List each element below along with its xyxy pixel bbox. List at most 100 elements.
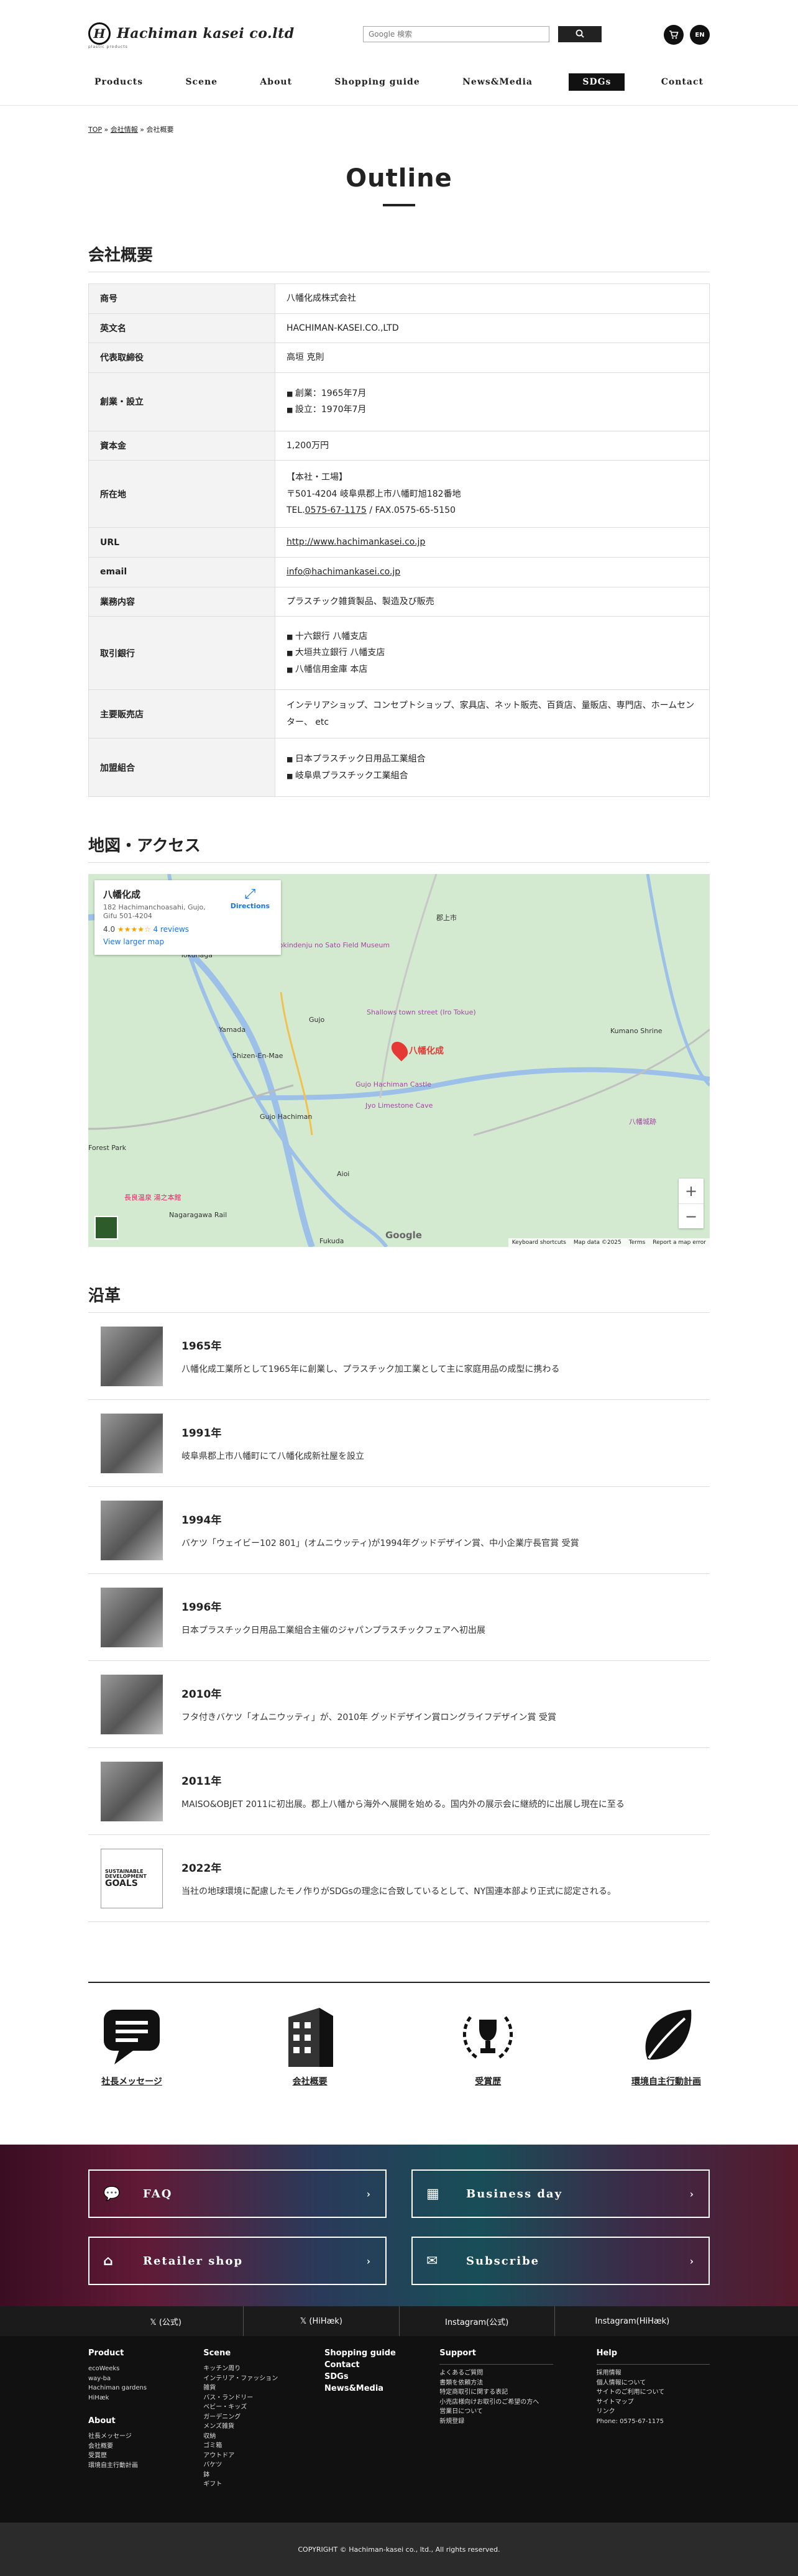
nav-about[interactable]: About xyxy=(254,73,298,91)
footer-link[interactable]: ギフト xyxy=(203,2480,281,2490)
footer-link[interactable]: メンズ雑貨 xyxy=(203,2422,281,2432)
map-label: Gujo xyxy=(309,1016,325,1024)
language-en-button[interactable]: EN xyxy=(690,25,710,45)
message-link[interactable]: 社長メッセージ xyxy=(88,2002,175,2087)
footer-heading-link[interactable]: News&Media xyxy=(324,2384,396,2393)
map-label: Gujo Hachiman Castle xyxy=(355,1080,432,1089)
footer-heading-link[interactable]: Contact xyxy=(324,2360,396,2370)
list-item: 設立：1970年7月 xyxy=(287,402,698,418)
keyboard-shortcuts-link[interactable]: Keyboard shortcuts xyxy=(512,1240,566,1246)
footer-heading-link[interactable]: SDGs xyxy=(324,2372,396,2381)
history-year: 1994年 xyxy=(181,1514,222,1527)
directions-button[interactable]: ⤢ Directions xyxy=(231,886,270,910)
footer-link[interactable]: 会社概要 xyxy=(88,2442,160,2452)
business-day-button[interactable]: ▦ Business day › xyxy=(411,2169,710,2219)
logo-text: Hachiman kasei co.ltd xyxy=(117,25,295,42)
footer-heading-link[interactable]: Shopping guide xyxy=(324,2348,396,2358)
history-photo xyxy=(101,1674,163,1734)
nav-contact[interactable]: Contact xyxy=(655,73,710,91)
breadcrumb-current: 会社概要 xyxy=(146,126,174,134)
breadcrumb-company[interactable]: 会社情報 xyxy=(111,126,138,134)
footer-link[interactable]: インテリア・ファッション雑貨 xyxy=(203,2374,281,2393)
map-data-text: Map data ©2025 xyxy=(573,1240,621,1246)
footer-link[interactable]: 採用情報 xyxy=(597,2368,710,2378)
x-hihaek-link[interactable]: 𝕏 (HiHæk) xyxy=(244,2306,400,2337)
row-label: 代表取締役 xyxy=(88,343,275,373)
footer-link[interactable]: 新規登録 xyxy=(439,2417,553,2427)
footer-link[interactable]: 特定商取引に関する表記 xyxy=(439,2388,553,2398)
outline-link[interactable]: 会社概要 xyxy=(267,2002,354,2087)
footer-link[interactable]: ゴミ箱 xyxy=(203,2441,281,2451)
nav-sdgs[interactable]: SDGs xyxy=(569,73,625,91)
footer-link[interactable]: 書類を依頼方法 xyxy=(439,2378,553,2388)
table-row: email info@hachimankasei.co.jp xyxy=(88,556,710,587)
footer-link[interactable]: 受賞歴 xyxy=(88,2451,160,2461)
footer-link[interactable]: 小売店様向けお取引のご希望の方へ xyxy=(439,2398,553,2408)
history-year: 2022年 xyxy=(181,1862,222,1875)
footer-link[interactable]: way-ba xyxy=(88,2374,160,2384)
search-icon xyxy=(576,29,584,38)
report-error-link[interactable]: Report a map error xyxy=(653,1240,706,1246)
row-label: 商号 xyxy=(88,283,275,314)
zoom-in-button[interactable]: + xyxy=(679,1179,704,1203)
footer-link[interactable]: バケツ xyxy=(203,2460,281,2470)
awards-link[interactable]: 受賞歴 xyxy=(444,2002,531,2087)
larger-map-link[interactable]: View larger map xyxy=(103,937,272,946)
place-rating: 4.0 ★★★★☆ 4 reviews xyxy=(103,924,189,934)
zoom-out-button[interactable]: − xyxy=(679,1203,704,1228)
embedded-map[interactable]: Gujo 郡上市 Kokindenju no Sato Field Museum… xyxy=(88,874,710,1248)
footer-link[interactable]: 収納 xyxy=(203,2432,281,2442)
phone-link[interactable]: 0575-67-1175 xyxy=(305,505,367,515)
retailer-shop-button[interactable]: ⌂ Retailer shop › xyxy=(88,2237,387,2286)
footer-link[interactable]: 営業日について xyxy=(439,2407,553,2417)
place-address: 182 Hachimanchoasahi, Gujo, Gifu 501-420… xyxy=(103,903,206,921)
arrow-right-icon: › xyxy=(366,2255,372,2267)
nav-news-media[interactable]: News&Media xyxy=(456,73,539,91)
footer-link[interactable]: サイトのご利用について xyxy=(597,2388,710,2398)
footer-link[interactable]: ガーデニング xyxy=(203,2413,281,2422)
nav-shopping-guide[interactable]: Shopping guide xyxy=(328,73,426,91)
satellite-toggle[interactable] xyxy=(94,1216,118,1240)
search-input[interactable] xyxy=(363,26,549,42)
footer-link[interactable]: 社長メッセージ xyxy=(88,2432,160,2442)
instagram-official-link[interactable]: Instagram(公式) xyxy=(400,2306,555,2337)
environment-link[interactable]: 環境自主行動計画 xyxy=(623,2002,710,2087)
footer-link[interactable]: サイトマップ xyxy=(597,2398,710,2408)
leaf-icon xyxy=(623,2002,710,2070)
history-item: 1991年 岐阜県郡上市八幡町にて八幡化成新社屋を設立 xyxy=(88,1400,710,1488)
footer-link[interactable]: 個人情報について xyxy=(597,2378,710,2388)
faq-button[interactable]: 💬 FAQ › xyxy=(88,2169,387,2219)
instagram-hihaek-link[interactable]: Instagram(HiHæk) xyxy=(555,2306,710,2336)
nav-products[interactable]: Products xyxy=(88,73,149,91)
subscribe-button[interactable]: ✉ Subscribe › xyxy=(411,2237,710,2286)
terms-link[interactable]: Terms xyxy=(629,1240,646,1246)
footer-link[interactable]: キッチン周り xyxy=(203,2364,281,2374)
footer-link[interactable]: 環境自主行動計画 xyxy=(88,2461,160,2471)
footer-link[interactable]: 鉢 xyxy=(203,2470,281,2480)
message-icon xyxy=(88,2002,175,2070)
website-link[interactable]: http://www.hachimankasei.co.jp xyxy=(287,537,425,547)
footer-link[interactable]: アウトドア xyxy=(203,2451,281,2461)
reviews-link[interactable]: 4 reviews xyxy=(154,925,189,934)
pin-label: 八幡化成 xyxy=(409,1046,444,1057)
cart-button[interactable] xyxy=(664,25,684,45)
footer-link[interactable]: ecoWeeks xyxy=(88,2364,160,2374)
table-row: 取引銀行 十六銀行 八幡支店 大垣共立銀行 八幡支店 八幡信用金庫 本店 xyxy=(88,616,710,691)
site-logo[interactable]: H Hachiman kasei co.ltd xyxy=(88,22,295,45)
history-photo xyxy=(101,1413,163,1473)
map-label: Shallows town street (Iro Tokue) xyxy=(367,1008,476,1017)
footer-link[interactable]: HiHæk xyxy=(88,2393,160,2403)
search-button[interactable] xyxy=(558,26,602,42)
nav-scene[interactable]: Scene xyxy=(179,73,224,91)
logo-subtitle: plastic products xyxy=(88,45,128,49)
row-label: 業務内容 xyxy=(88,586,275,617)
footer-link[interactable]: リンク xyxy=(597,2407,710,2417)
footer-link[interactable]: Hachiman gardens xyxy=(88,2383,160,2393)
email-link[interactable]: info@hachimankasei.co.jp xyxy=(287,567,400,577)
list-item: 創業：1965年7月 xyxy=(287,385,698,402)
breadcrumb-top[interactable]: TOP xyxy=(88,126,102,134)
footer-link[interactable]: バス・ランドリー xyxy=(203,2393,281,2403)
footer-link[interactable]: ベビー・キッズ xyxy=(203,2403,281,2413)
x-official-link[interactable]: 𝕏 (公式) xyxy=(88,2306,244,2337)
footer-link[interactable]: よくあるご質問 xyxy=(439,2368,553,2378)
